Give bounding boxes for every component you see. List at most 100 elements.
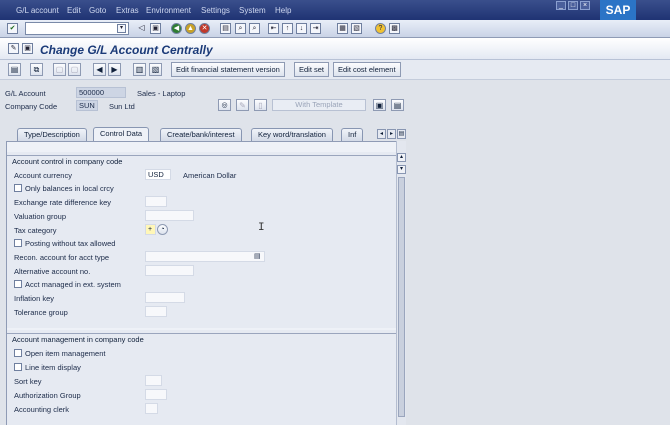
posting-without-tax-checkbox[interactable] xyxy=(14,239,22,247)
scroll-thumb[interactable] xyxy=(398,177,405,417)
sort-key-field[interactable] xyxy=(145,375,162,386)
authorization-group-field[interactable] xyxy=(145,389,167,400)
help-icon[interactable]: ? xyxy=(375,23,386,34)
valuation-group-label: Valuation group xyxy=(14,212,66,221)
menu-help[interactable]: Help xyxy=(275,6,291,15)
create-session-icon[interactable]: ▦ xyxy=(337,23,348,34)
menu-extras[interactable]: Extras xyxy=(116,6,139,15)
glasses-icon[interactable]: ◎ xyxy=(218,99,231,111)
alternative-account-label: Alternative account no. xyxy=(14,267,91,276)
account-management-title: Account management in company code xyxy=(12,335,144,344)
tolerance-group-field[interactable] xyxy=(145,306,167,317)
document-icon[interactable]: ▥ xyxy=(133,63,146,76)
group-divider xyxy=(7,155,399,156)
next-record-icon[interactable]: ▶ xyxy=(108,63,121,76)
tab-content-panel: Account control in company code Account … xyxy=(6,141,406,425)
gl-account-field[interactable]: 500000 xyxy=(76,87,126,98)
tab-type-description[interactable]: Type/Description xyxy=(17,128,87,141)
tab-create-bank-interest[interactable]: Create/bank/interest xyxy=(160,128,242,141)
account-currency-description: American Dollar xyxy=(183,171,237,180)
tab-keyword-translation[interactable]: Key word/translation xyxy=(251,128,333,141)
customize-icon[interactable]: ▩ xyxy=(389,23,400,34)
valuation-group-field[interactable] xyxy=(145,210,194,221)
tab-control-data[interactable]: Control Data xyxy=(93,127,150,142)
delete-flag-icon: ▢ xyxy=(68,63,81,76)
recon-account-label: Recon. account for acct type xyxy=(14,253,110,262)
menu-settings[interactable]: Settings xyxy=(201,6,230,15)
find-icon[interactable]: ⌕ xyxy=(235,23,246,34)
minimize-icon[interactable]: _ xyxy=(556,1,566,10)
command-field[interactable] xyxy=(25,22,129,35)
menu-goto[interactable]: Goto xyxy=(89,6,106,15)
edit-cost-element-button[interactable]: Edit cost element xyxy=(333,62,401,77)
scroll-up-icon[interactable]: ▴ xyxy=(397,153,406,162)
menu-gl-account[interactable]: G/L account xyxy=(16,6,59,15)
create-icon[interactable]: ▤ xyxy=(8,63,21,76)
block-icon: ▢ xyxy=(53,63,66,76)
only-balances-checkbox[interactable] xyxy=(14,184,22,192)
open-item-mgmt-label: Open item management xyxy=(25,349,106,358)
recon-account-field[interactable] xyxy=(145,251,265,262)
tab-list-icon[interactable]: ▤ xyxy=(397,129,406,139)
tolerance-group-label: Tolerance group xyxy=(14,308,68,317)
close-window-icon[interactable]: × xyxy=(580,1,590,10)
enter-icon[interactable]: ✔ xyxy=(7,23,18,34)
blank-doc-icon: ▯ xyxy=(254,99,267,111)
menu-environment[interactable]: Environment xyxy=(146,6,191,15)
scroll-down-icon[interactable]: ▾ xyxy=(397,165,406,174)
line-item-display-label: Line item display xyxy=(25,363,81,372)
next-page-icon[interactable]: ↓ xyxy=(296,23,307,34)
command-history-icon[interactable]: ▾ xyxy=(117,24,126,33)
tab-information[interactable]: Inf xyxy=(341,128,364,141)
company-code-field[interactable]: SUN xyxy=(76,100,98,111)
tax-category-field[interactable]: + xyxy=(145,224,156,235)
trash-icon[interactable]: ▤ xyxy=(391,99,404,111)
prev-page-icon[interactable]: ↑ xyxy=(282,23,293,34)
previous-record-icon[interactable]: ◀ xyxy=(93,63,106,76)
menu-edit[interactable]: Edit xyxy=(67,6,81,15)
edit-fs-version-button[interactable]: Edit financial statement version xyxy=(171,62,285,77)
account-currency-label: Account currency xyxy=(14,171,72,180)
copy-icon[interactable]: ⧉ xyxy=(30,63,43,76)
tax-category-help-icon[interactable]: ◔ xyxy=(157,224,168,235)
save-icon[interactable]: ▣ xyxy=(150,23,161,34)
account-currency-field[interactable]: USD xyxy=(145,169,171,180)
attachment-icon[interactable]: ▧ xyxy=(149,63,162,76)
open-item-mgmt-checkbox[interactable] xyxy=(14,349,22,357)
vertical-scrollbar[interactable]: ▴ ▾ xyxy=(396,141,406,425)
accounting-clerk-field[interactable] xyxy=(145,403,158,414)
last-page-icon[interactable]: ⇥ xyxy=(310,23,321,34)
only-balances-label: Only balances in local crcy xyxy=(25,184,114,193)
menu-system[interactable]: System xyxy=(239,6,266,15)
sort-key-label: Sort key xyxy=(14,377,42,386)
first-page-icon[interactable]: ⇤ xyxy=(268,23,279,34)
page-title: Change G/L Account Centrally xyxy=(40,43,213,57)
tab-scroll-right-icon[interactable]: ▸ xyxy=(387,129,396,139)
other-object-icon[interactable]: ▣ xyxy=(22,43,33,54)
gl-account-label: G/L Account xyxy=(5,89,46,98)
display-change-icon[interactable]: ✎ xyxy=(8,43,19,54)
title-bar: ✎ ▣ Change G/L Account Centrally xyxy=(0,38,670,60)
shortcut-icon[interactable]: ▧ xyxy=(351,23,362,34)
posting-without-tax-label: Posting without tax allowed xyxy=(25,239,116,248)
back-icon[interactable]: ◀ xyxy=(171,23,182,34)
cancel-icon[interactable]: ✕ xyxy=(199,23,210,34)
company-code-description: Sun Ltd xyxy=(109,102,135,111)
accounting-clerk-label: Accounting clerk xyxy=(14,405,70,414)
text-cursor-icon: I xyxy=(258,222,265,234)
edit-set-button[interactable]: Edit set xyxy=(294,62,330,77)
inflation-key-field[interactable] xyxy=(145,292,185,303)
exit-icon[interactable]: ▲ xyxy=(185,23,196,34)
dropdown-icon[interactable]: ▤ xyxy=(254,252,261,260)
lock-icon[interactable]: ▣ xyxy=(373,99,386,111)
alternative-account-field[interactable] xyxy=(145,265,194,276)
line-item-display-checkbox[interactable] xyxy=(14,363,22,371)
application-toolbar: ▤ ⧉ ▢ ▢ ◀ ▶ ▥ ▧ Edit financial statement… xyxy=(0,60,670,80)
print-icon[interactable]: ▤ xyxy=(220,23,231,34)
maximize-icon[interactable]: □ xyxy=(568,1,578,10)
find-next-icon[interactable]: ⌕ xyxy=(249,23,260,34)
exchange-rate-key-field[interactable] xyxy=(145,196,167,207)
tab-scroll-left-icon[interactable]: ◂ xyxy=(377,129,386,139)
with-template-button: With Template xyxy=(272,99,366,111)
acct-managed-ext-checkbox[interactable] xyxy=(14,280,22,288)
